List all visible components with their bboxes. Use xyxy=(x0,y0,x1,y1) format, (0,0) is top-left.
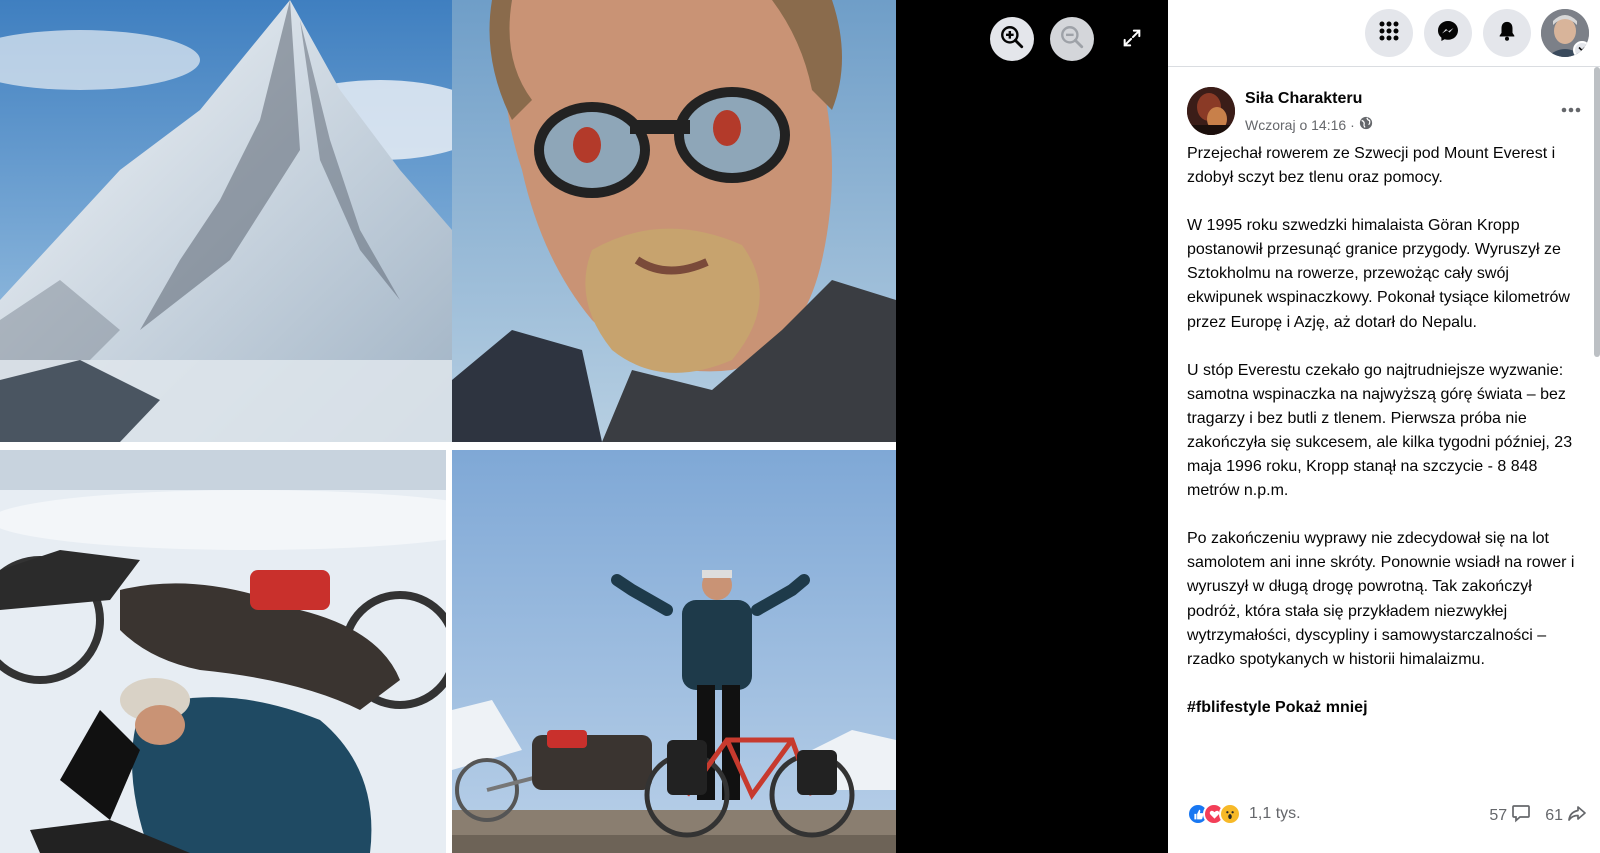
comment-icon xyxy=(1511,803,1531,828)
post-paragraph: Po zakończeniu wyprawy nie zdecydował si… xyxy=(1187,530,1575,668)
cyclist-with-bike-photo xyxy=(452,450,896,853)
post-footer: 1,1 tys. 57 61 xyxy=(1187,803,1587,831)
post-options-button[interactable] xyxy=(1555,93,1587,125)
engagement-counts: 57 61 xyxy=(1479,803,1587,828)
post-text: Przejechał rowerem ze Szwecji pod Mount … xyxy=(1187,142,1583,720)
mountain-photo xyxy=(0,0,452,442)
panel-scrollbar[interactable] xyxy=(1594,67,1600,357)
post-timestamp[interactable]: Wczoraj o 14:16 xyxy=(1245,117,1346,133)
zoom-out-icon xyxy=(1059,24,1085,55)
bell-icon xyxy=(1496,20,1518,47)
laptop-in-snow-photo xyxy=(0,450,446,853)
post-tag-line: #fblifestyle Pokaż mniej xyxy=(1187,696,1583,720)
more-dots-icon xyxy=(1561,100,1581,118)
zoom-out-button[interactable] xyxy=(1050,17,1094,61)
messenger-icon xyxy=(1436,19,1460,48)
comments-count-button[interactable]: 57 xyxy=(1489,803,1531,828)
zoom-in-icon xyxy=(999,24,1025,55)
post-meta: Wczoraj o 14:16 · xyxy=(1245,116,1373,133)
post-paragraph: Przejechał rowerem ze Szwecji pod Mount … xyxy=(1187,145,1556,187)
account-menu-chevron[interactable] xyxy=(1573,41,1589,57)
hashtag-link[interactable]: #fblifestyle xyxy=(1187,699,1271,716)
photo-collage[interactable] xyxy=(0,0,896,853)
fullscreen-icon xyxy=(1121,27,1143,54)
reaction-count: 1,1 tys. xyxy=(1249,805,1301,822)
globe-icon xyxy=(1359,116,1373,133)
chevron-down-icon xyxy=(1577,41,1587,57)
post-paragraph: W 1995 roku szwedzki himalaista Göran Kr… xyxy=(1187,217,1570,331)
comment-count: 57 xyxy=(1489,806,1508,824)
climber-portrait-photo xyxy=(452,0,896,442)
fullscreen-button[interactable] xyxy=(1116,24,1148,56)
shares-count-button[interactable]: 61 xyxy=(1545,803,1587,828)
page-name-link[interactable]: Siła Charakteru xyxy=(1245,90,1362,108)
meta-separator: · xyxy=(1350,116,1355,133)
wow-icon xyxy=(1219,803,1241,825)
notifications-button[interactable] xyxy=(1483,9,1531,57)
grid-menu-icon xyxy=(1377,19,1401,48)
account-avatar-button[interactable] xyxy=(1541,9,1589,57)
show-less-button[interactable]: Pokaż mniej xyxy=(1275,699,1367,716)
share-icon xyxy=(1567,803,1587,828)
post-header: Siła Charakteru Wczoraj o 14:16 · xyxy=(1187,85,1587,137)
post-paragraph: U stóp Everestu czekało go najtrudniejsz… xyxy=(1187,361,1573,500)
photo-viewer xyxy=(0,0,1168,853)
reactions-summary[interactable]: 1,1 tys. xyxy=(1187,803,1301,825)
page-avatar[interactable] xyxy=(1187,87,1235,135)
messenger-button[interactable] xyxy=(1424,9,1472,57)
top-bar xyxy=(1168,0,1600,67)
zoom-in-button[interactable] xyxy=(990,17,1034,61)
post-panel: Siła Charakteru Wczoraj o 14:16 · Przeje… xyxy=(1168,0,1600,853)
share-count: 61 xyxy=(1545,806,1563,824)
menu-button[interactable] xyxy=(1365,9,1413,57)
